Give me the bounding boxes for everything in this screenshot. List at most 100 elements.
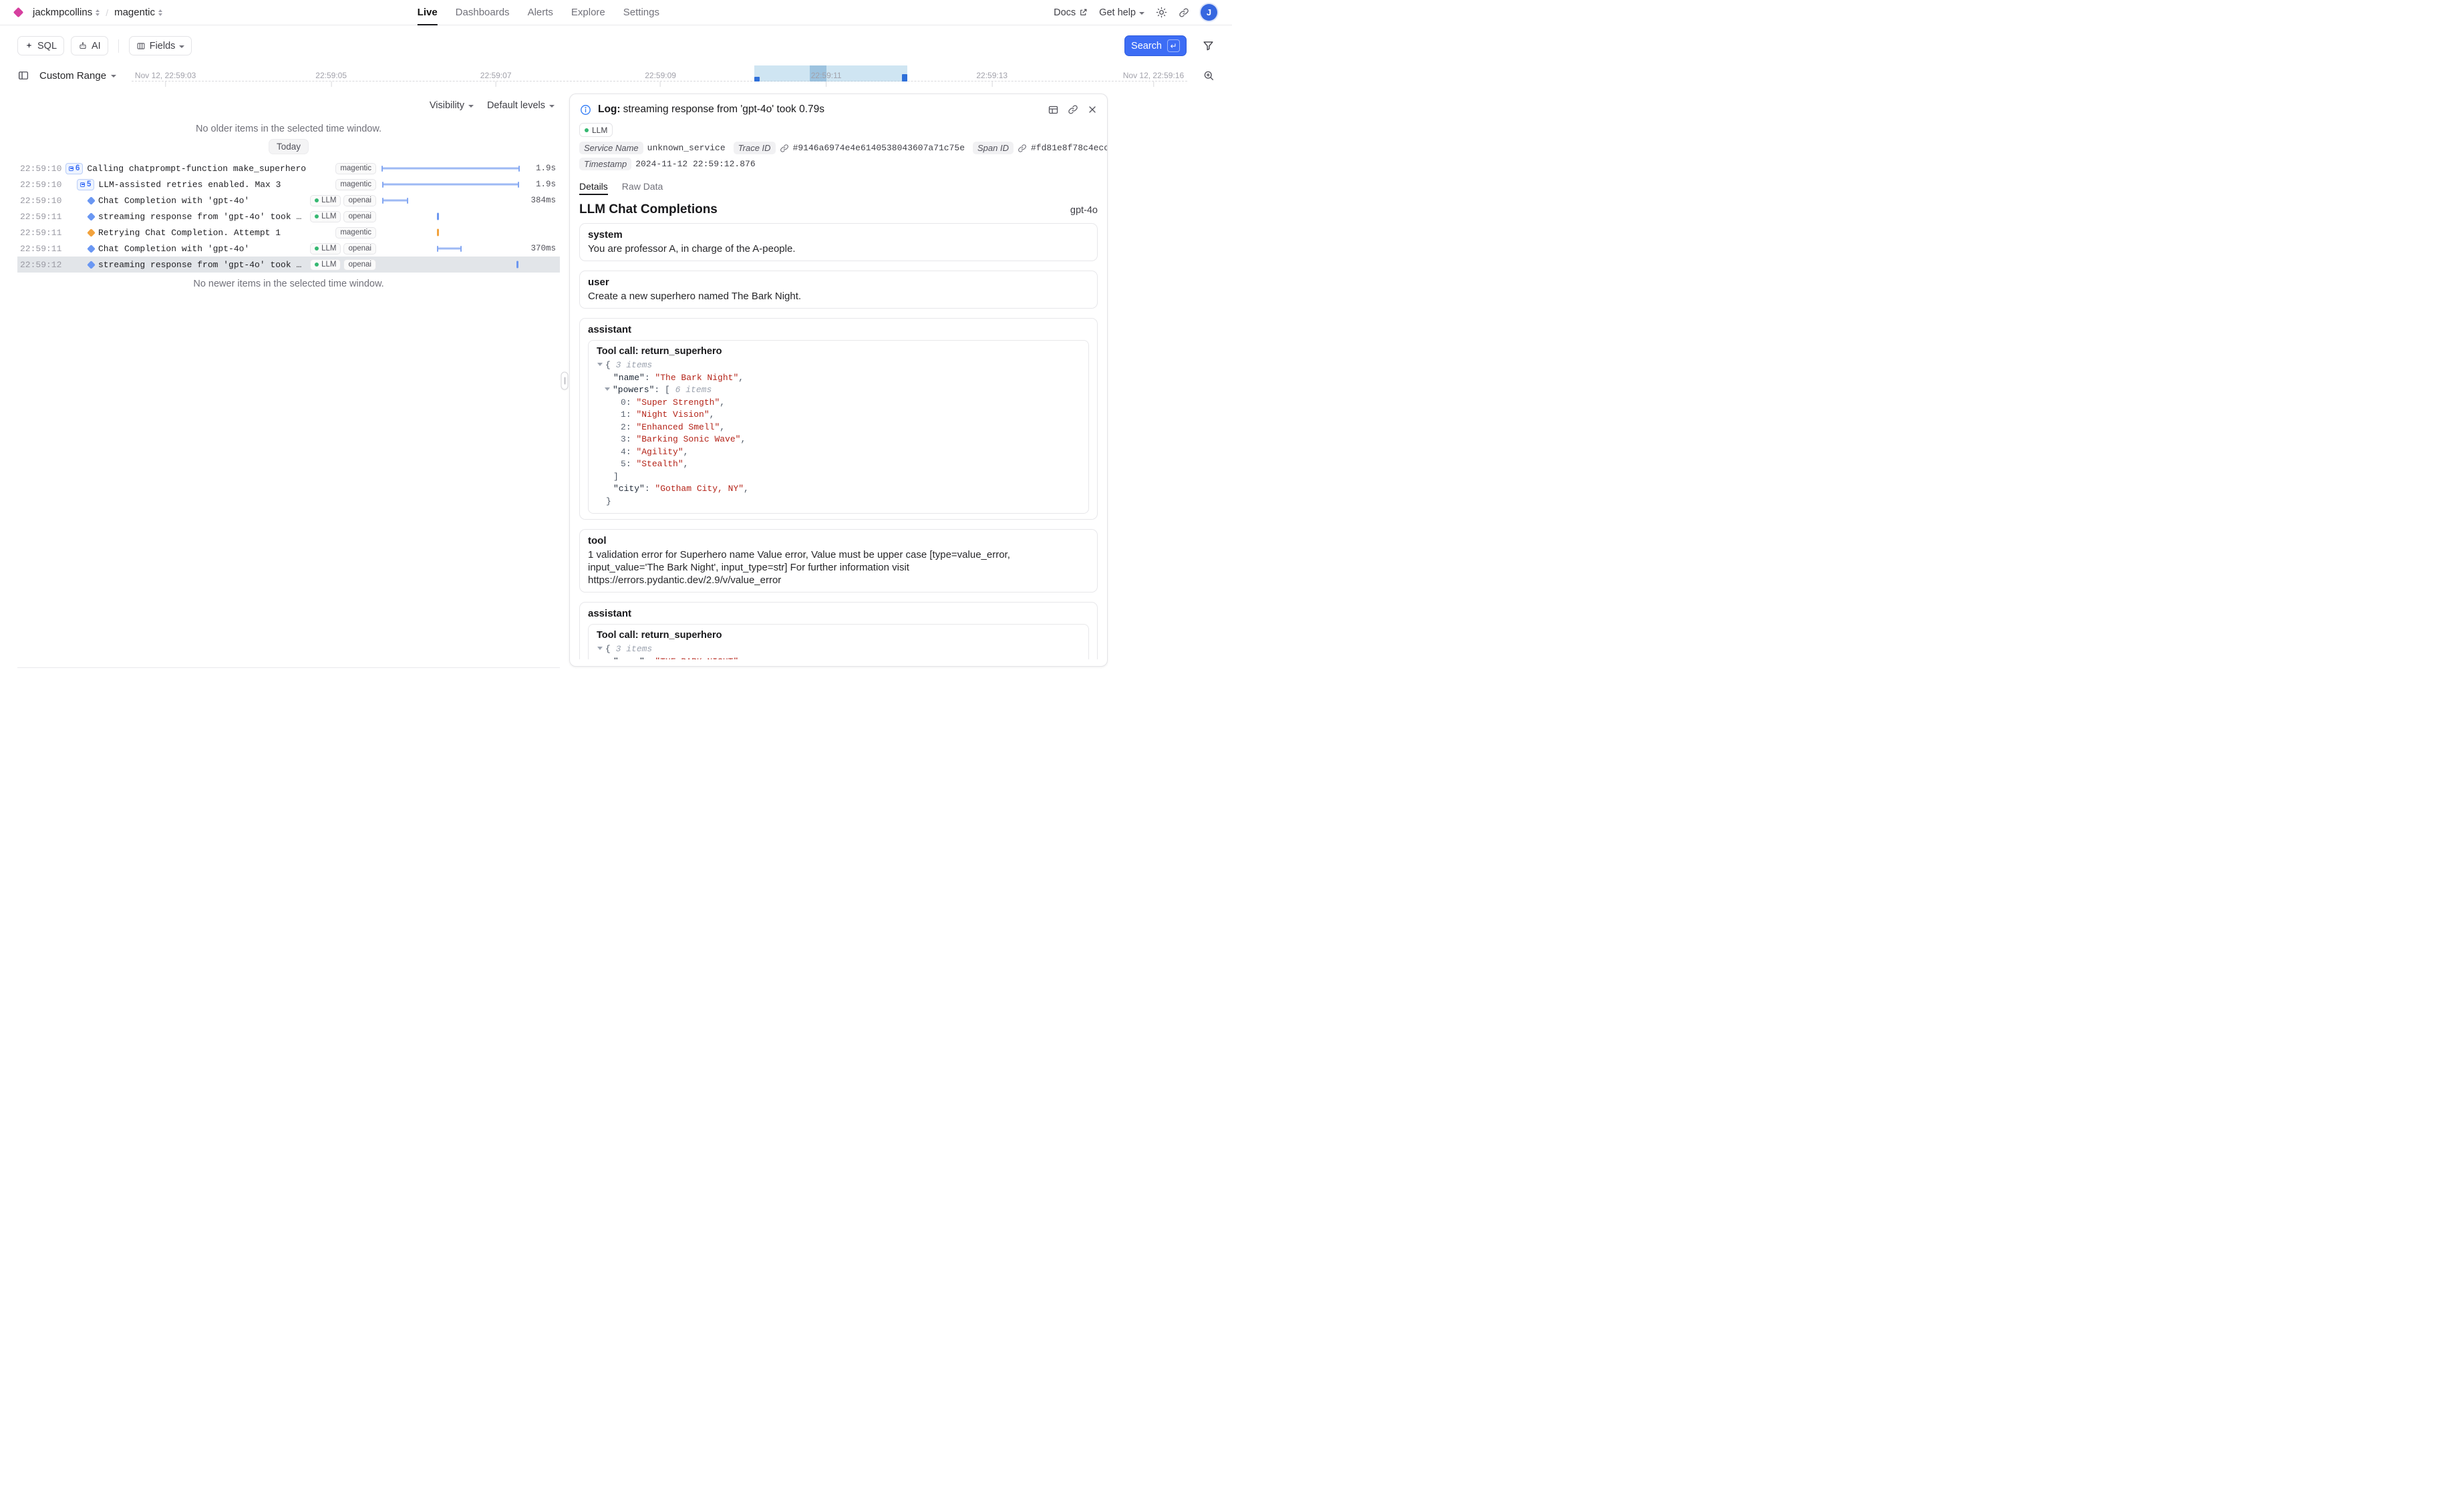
tab-alerts[interactable]: Alerts [528, 0, 553, 25]
search-button[interactable]: Search ↵ [1124, 35, 1187, 56]
json-key: "city" [613, 484, 645, 494]
log-list: 22:59:106Calling chatprompt-function mak… [17, 160, 560, 273]
avatar-initial: J [1207, 7, 1211, 17]
json-str: "Night Vision" [636, 409, 709, 420]
close-panel-button[interactable] [1087, 104, 1098, 116]
log-row[interactable]: 22:59:105LLM-assisted retries enabled. M… [17, 176, 560, 192]
model-name: gpt-4o [1070, 205, 1098, 216]
fields-button[interactable]: Fields [129, 36, 192, 55]
time-tick-mark [1153, 81, 1154, 87]
theme-toggle-button[interactable] [1156, 7, 1167, 18]
time-tick-label: 22:59:07 [480, 71, 512, 80]
tab-explore[interactable]: Explore [571, 0, 605, 25]
copy-link-button[interactable] [1068, 104, 1078, 116]
span-diamond-icon [87, 196, 96, 205]
collapse-caret-icon[interactable] [597, 363, 603, 366]
filter-button[interactable] [1202, 39, 1215, 52]
query-input-area[interactable] [198, 36, 1118, 55]
type-badge: LLM [579, 123, 613, 137]
collapse-caret-icon[interactable] [597, 647, 603, 650]
log-row[interactable]: 22:59:12streaming response from 'gpt-4o'… [17, 257, 560, 273]
fields-label: Fields [150, 41, 176, 51]
log-message: LLM-assisted retries enabled. Max 3 [98, 180, 281, 190]
log-badges: magentic [335, 227, 376, 238]
span-count-toggle[interactable]: 6 [65, 163, 83, 174]
sql-button[interactable]: SQL [17, 36, 64, 55]
span-duration-bar [382, 200, 408, 202]
json-punc: : [645, 373, 655, 383]
log-badges: LLMopenai [310, 243, 376, 255]
log-row[interactable]: 22:59:11Retrying Chat Completion. Attemp… [17, 224, 560, 240]
filter-icon [1202, 39, 1215, 52]
span-bar-track [381, 208, 520, 224]
collapse-sidebar-button[interactable] [17, 69, 29, 81]
docs-link[interactable]: Docs [1054, 7, 1088, 18]
span-duration-bar [516, 261, 518, 269]
log-row[interactable]: 22:59:11Chat Completion with 'gpt-4o'LLM… [17, 240, 560, 257]
service-name-field: Service Name unknown_service [579, 142, 726, 154]
log-message-cell: streaming response from 'gpt-4o' took 0.… [61, 212, 305, 222]
tab-details[interactable]: Details [579, 177, 608, 195]
custom-range-select[interactable]: Custom Range [39, 70, 116, 81]
ai-bot-icon [78, 41, 88, 51]
log-row[interactable]: 22:59:11streaming response from 'gpt-4o'… [17, 208, 560, 224]
log-message-cell: Chat Completion with 'gpt-4o' [61, 196, 305, 206]
span-count-toggle[interactable]: 5 [77, 179, 94, 190]
json-tree: { 3 items"name": "THE BARK NIGHT","power… [597, 643, 1080, 659]
enter-key-icon: ↵ [1167, 39, 1180, 52]
log-message: streaming response from 'gpt-4o' took 0.… [98, 260, 305, 270]
project-selector[interactable]: magentic [114, 7, 162, 18]
get-help-label: Get help [1099, 7, 1136, 18]
log-message: streaming response from 'gpt-4o' took 0.… [98, 212, 305, 222]
ai-button[interactable]: AI [71, 36, 108, 55]
json-line: "name": "The Bark Night", [597, 372, 1080, 385]
levels-select[interactable]: Default levels [487, 100, 555, 111]
tab-dashboards[interactable]: Dashboards [456, 0, 510, 25]
json-line: 0: "Super Strength", [597, 397, 1080, 409]
tab-live[interactable]: Live [418, 0, 438, 25]
share-link-button[interactable] [1179, 7, 1189, 18]
json-punc: , [744, 484, 749, 494]
json-punc: { [605, 644, 616, 654]
badge-magentic: magentic [335, 179, 376, 190]
org-selector[interactable]: jackmpcollins [33, 7, 100, 18]
resize-handle[interactable] [561, 372, 569, 390]
visibility-select[interactable]: Visibility [430, 100, 474, 111]
json-key: "name" [613, 373, 645, 383]
levels-label: Default levels [487, 100, 545, 111]
range-label: Custom Range [39, 70, 106, 81]
panel-left-icon [17, 69, 29, 81]
time-tick-label: 22:59:05 [315, 71, 347, 80]
json-line: 1: "Night Vision", [597, 409, 1080, 422]
time-tick-label: Nov 12, 22:59:03 [135, 71, 196, 80]
time-tick: Nov 12, 22:59:03 [135, 71, 196, 87]
histogram-bar [754, 77, 760, 81]
brand-logo-icon[interactable] [13, 7, 24, 18]
span-bar-track [381, 240, 520, 257]
log-badges: magentic [335, 179, 376, 190]
zoom-button[interactable] [1203, 69, 1215, 81]
tab-raw-data[interactable]: Raw Data [622, 177, 663, 195]
json-key: "name" [613, 657, 645, 660]
json-idx: 1 [621, 409, 626, 420]
badge-openai: openai [343, 259, 376, 271]
breadcrumb-separator: / [106, 7, 108, 18]
span-link-icon[interactable] [1018, 144, 1027, 153]
meta-row-1: Service Name unknown_service Trace ID #9… [579, 142, 1098, 154]
tab-settings[interactable]: Settings [623, 0, 659, 25]
log-row[interactable]: 22:59:10Chat Completion with 'gpt-4o'LLM… [17, 192, 560, 208]
user-avatar[interactable]: J [1201, 4, 1217, 21]
trace-link-icon[interactable] [780, 144, 789, 153]
open-table-view-button[interactable] [1048, 104, 1059, 116]
span-diamond-icon [87, 261, 96, 269]
timestamp-value: 2024-11-12 22:59:12.876 [635, 159, 755, 169]
get-help-button[interactable]: Get help [1099, 7, 1144, 18]
log-badges: magentic [335, 163, 376, 174]
collapse-caret-icon[interactable] [605, 387, 610, 391]
json-punc: : [645, 484, 655, 494]
panel-divider [560, 94, 569, 668]
badge-llm: LLM [310, 195, 341, 206]
content-area: Visibility Default levels No older items… [17, 94, 1232, 668]
json-punc: : [ [654, 385, 675, 395]
log-row[interactable]: 22:59:106Calling chatprompt-function mak… [17, 160, 560, 176]
